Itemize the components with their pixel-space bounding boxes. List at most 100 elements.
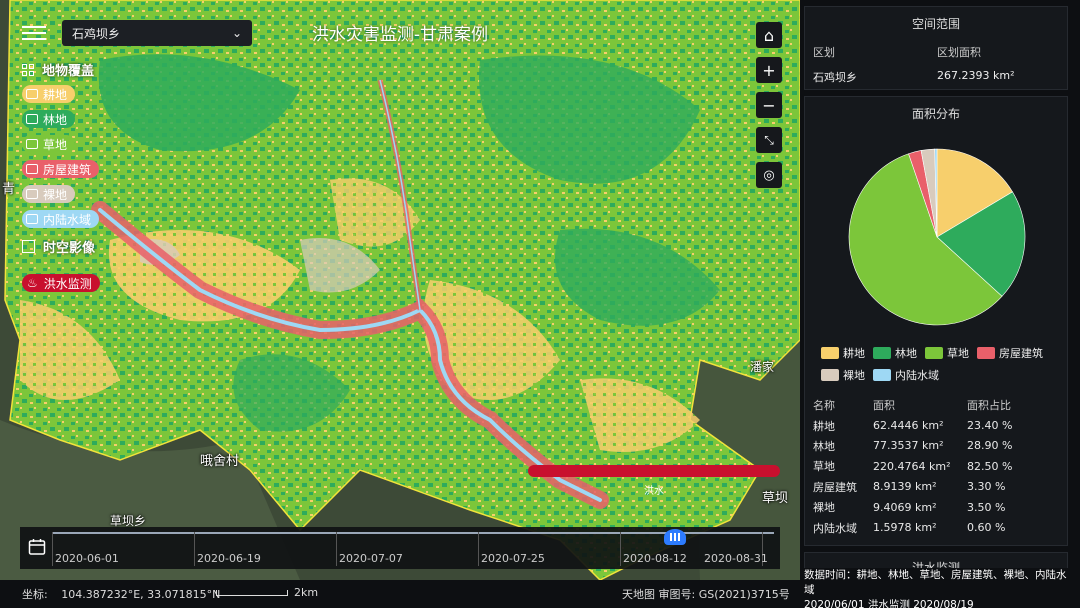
legend-label: 裸地 — [843, 369, 865, 382]
timeline-track[interactable]: 2020-06-01 2020-06-19 2020-07-07 2020-07-25… — [52, 529, 774, 566]
scale-label: 2km — [294, 586, 319, 599]
row-area: 62.4446 km² — [873, 419, 944, 433]
scale-bar: 2km — [216, 586, 318, 599]
row-name: 裸地 — [813, 501, 835, 515]
pie-legend-item[interactable]: 耕地 — [821, 345, 865, 361]
legend-item-5[interactable]: 内陆水域 — [22, 210, 100, 228]
timeline-date: 2020-08-31 — [704, 552, 768, 565]
col-name: 名称 — [813, 399, 835, 413]
zoom-in-icon[interactable]: + — [756, 57, 782, 83]
map-toolbar: ⌂ + − ⤡ ◎ — [756, 22, 782, 197]
map-view[interactable]: 石鸡坝乡 ⌄ 洪水灾害监测-甘肃案例 地物覆盖 耕地 林地 草地 房屋建筑 裸地… — [0, 0, 800, 580]
extent-row: 石鸡坝乡 267.2393 km² — [805, 69, 1067, 85]
legend-swatch — [977, 347, 995, 359]
spatial-extent-panel: 空间范围 区划 区划面积 石鸡坝乡 267.2393 km² — [804, 6, 1068, 90]
legend-item-2[interactable]: 草地 — [22, 135, 76, 153]
legend-item-3[interactable]: 房屋建筑 — [22, 160, 100, 178]
flood-map-label: 洪水 — [644, 486, 664, 497]
layer-legend: 地物覆盖 耕地 林地 草地 房屋建筑 裸地 内陆水域 时空影像 ♨ 洪水监测 — [22, 60, 100, 292]
place-label: 潘家 — [750, 360, 775, 374]
timeline-tick — [478, 532, 479, 566]
landcover-header[interactable]: 地物覆盖 — [22, 60, 100, 79]
place-label: 草坝 — [762, 491, 789, 506]
image-chart-icon — [22, 240, 35, 253]
grid-icon — [22, 63, 34, 76]
flood-monitor-toggle[interactable]: ♨ 洪水监测 — [22, 274, 100, 292]
region-area: 267.2393 km² — [937, 69, 1015, 82]
place-label: 青 — [2, 182, 16, 197]
timeline-date: 2020-08-12 — [623, 552, 687, 565]
legend-swatch — [925, 347, 943, 359]
row-area: 9.4069 km² — [873, 500, 937, 514]
area-table: 名称 面积 面积占比 耕地 62.4446 km² 23.40 % 林地 77.3… — [811, 395, 1063, 538]
bareland-icon — [26, 189, 38, 199]
legend-item-label: 耕地 — [43, 87, 68, 102]
home-icon[interactable]: ⌂ — [756, 22, 782, 48]
legend-swatch — [821, 347, 839, 359]
pie-legend-item[interactable]: 草地 — [925, 345, 969, 361]
legend-swatch — [873, 369, 891, 381]
table-row: 草地 220.4764 km² 82.50 % — [811, 456, 1063, 476]
coords-value: 104.387232°E, 33.071815°N — [61, 588, 221, 601]
menu-icon[interactable] — [22, 22, 46, 44]
row-name: 草地 — [813, 460, 835, 474]
row-name: 林地 — [813, 439, 835, 453]
table-row: 林地 77.3537 km² 28.90 % — [811, 436, 1063, 456]
farmland-icon — [26, 89, 38, 99]
row-area: 220.4764 km² — [873, 459, 951, 473]
col-area: 区划面积 — [937, 46, 981, 59]
building-icon — [26, 164, 38, 174]
extent-header: 区划 区划面积 — [805, 44, 1067, 60]
timeline-handle[interactable] — [664, 529, 686, 545]
legend-item-label: 草地 — [43, 137, 68, 152]
timeline-tick — [620, 532, 621, 566]
coords-label: 坐标: — [22, 588, 48, 601]
imagery-header[interactable]: 时空影像 — [22, 237, 100, 256]
legend-label: 内陆水域 — [895, 369, 939, 382]
flood-extent-bar — [528, 465, 780, 477]
region-select[interactable]: 石鸡坝乡 ⌄ — [62, 20, 252, 46]
water-icon — [26, 214, 38, 224]
fullscreen-exit-icon[interactable]: ⤡ — [756, 127, 782, 153]
pie-legend-item[interactable]: 林地 — [873, 345, 917, 361]
row-area: 77.3537 km² — [873, 439, 944, 453]
data-time-line2: 2020/06/01 洪水监测 2020/08/19 — [804, 599, 974, 608]
legend-label: 房屋建筑 — [999, 347, 1043, 360]
flood-chip-label: 洪水监测 — [43, 276, 92, 291]
row-name: 耕地 — [813, 419, 835, 433]
row-name: 房屋建筑 — [813, 480, 857, 494]
timeline-date: 2020-07-07 — [339, 552, 403, 565]
col-pct: 面积占比 — [967, 399, 1011, 413]
region-select-value: 石鸡坝乡 — [72, 26, 121, 41]
panel-title: 空间范围 — [911, 17, 960, 31]
imagery-header-label: 时空影像 — [43, 241, 96, 256]
col-area: 面积 — [873, 399, 895, 413]
pie-legend-item[interactable]: 内陆水域 — [873, 367, 939, 383]
row-area: 8.9139 km² — [873, 480, 937, 494]
data-time-info: 数据时间：耕地、林地、草地、房屋建筑、裸地、内陆水域 2020/06/01 洪水… — [804, 568, 1074, 608]
pie-legend: 耕地 林地 草地 房屋建筑裸地 内陆水域 — [821, 345, 1071, 389]
legend-item-0[interactable]: 耕地 — [22, 85, 76, 103]
legend-label: 林地 — [895, 347, 917, 360]
status-bar: 坐标: 104.387232°E, 33.071815°N 2km 天地图 审图… — [0, 580, 800, 608]
area-distribution-panel: 面积分布 耕地 林地 草地 房屋建筑 裸地 内陆水域 名称 面积 面积占比 耕地 62.4… — [804, 96, 1068, 546]
map-title: 洪水灾害监测-甘肃案例 — [311, 25, 489, 45]
legend-label: 耕地 — [843, 347, 865, 360]
time-slider[interactable]: 2020-06-01 2020-06-19 2020-07-07 2020-07-25… — [20, 527, 780, 569]
legend-item-1[interactable]: 林地 — [22, 110, 76, 128]
row-pct: 0.60 % — [967, 521, 1006, 535]
data-time-line1: 数据时间：耕地、林地、草地、房屋建筑、裸地、内陆水域 — [804, 569, 1067, 596]
pie-legend-item[interactable]: 房屋建筑 — [977, 345, 1043, 361]
zoom-out-icon[interactable]: − — [756, 92, 782, 118]
eye-off-icon[interactable]: ◎ — [756, 162, 782, 188]
row-name: 内陆水域 — [813, 521, 857, 535]
legend-item-4[interactable]: 裸地 — [22, 185, 76, 203]
row-area: 1.5978 km² — [873, 521, 937, 535]
calendar-icon[interactable] — [28, 538, 46, 556]
legend-item-label: 内陆水域 — [43, 212, 92, 227]
pie-legend-item[interactable]: 裸地 — [821, 367, 865, 383]
coordinate-readout: 坐标: 104.387232°E, 33.071815°N — [22, 586, 220, 602]
table-row: 裸地 9.4069 km² 3.50 % — [811, 497, 1063, 517]
row-pct: 28.90 % — [967, 439, 1013, 453]
area-pie-chart — [848, 148, 1026, 326]
